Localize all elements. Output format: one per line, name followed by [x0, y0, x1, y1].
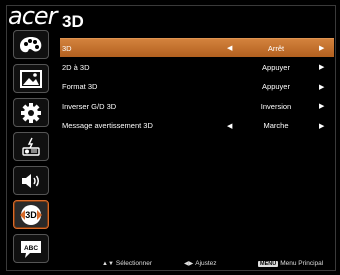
menu-row-label: Format 3D	[62, 82, 98, 91]
menu-row-label: 2D à 3D	[62, 62, 90, 72]
menu-row-3d[interactable]: 3D ◀ Arrêt ▶	[60, 38, 334, 57]
sidebar-item-color[interactable]	[13, 30, 49, 59]
image-icon	[20, 69, 42, 88]
menu-row-value: Appuyer	[262, 62, 290, 72]
menu-row-label: 3D	[62, 43, 72, 53]
main-menu-hint-label: Menu Principal	[280, 260, 324, 267]
adjust-hint: ◀▶ Ajustez	[184, 260, 217, 267]
sidebar-item-3d[interactable]: 3D	[13, 200, 49, 229]
menu-key-icon: MENU	[258, 260, 279, 267]
sidebar-item-management[interactable]	[13, 132, 49, 161]
right-arrow-icon[interactable]: ▶	[319, 83, 324, 91]
acer-logo: acer	[8, 2, 58, 30]
menu-row-3d-format[interactable]: Format 3D Appuyer ▶	[60, 77, 334, 96]
left-right-arrows-icon: ◀▶	[184, 261, 194, 267]
menu-row-value: Appuyer	[262, 82, 290, 91]
menu-row-value: Arrêt	[267, 43, 285, 53]
sidebar: 3D ABC	[13, 30, 53, 268]
3d-icon: 3D	[20, 204, 42, 225]
right-arrow-icon[interactable]: ▶	[319, 122, 324, 130]
right-arrow-icon[interactable]: ▶	[319, 63, 324, 71]
language-icon-text: ABC	[24, 245, 38, 252]
menu-row-value: Marche	[263, 121, 289, 130]
page-title: 3D	[62, 12, 84, 31]
gear-icon	[21, 102, 41, 123]
menu-row-label: Message avertissement 3D	[62, 121, 153, 130]
left-arrow-icon[interactable]: ◀	[227, 122, 232, 130]
up-down-arrows-icon: ▲▼	[102, 260, 114, 267]
adjust-hint-label: Ajustez	[195, 260, 217, 267]
main-menu-hint: MENU Menu Principal	[258, 260, 323, 267]
palette-icon	[20, 36, 42, 52]
menu-row-3d-warning-message[interactable]: Message avertissement 3D ◀ Marche ▶	[60, 116, 334, 135]
left-arrow-icon[interactable]: ◀	[227, 44, 232, 52]
footer-hints: ▲▼ Sélectionner ◀▶ Ajustez MENU Menu Pri…	[6, 258, 334, 272]
select-hint: ▲▼ Sélectionner	[102, 260, 152, 267]
menu-row-label: Inverser G/D 3D	[62, 101, 117, 111]
language-icon: ABC	[21, 240, 41, 258]
menu-row-2d-to-3d[interactable]: 2D à 3D Appuyer ▶	[60, 58, 334, 77]
projector-icon	[22, 137, 40, 156]
sidebar-item-settings[interactable]	[13, 98, 49, 127]
menu-row-value: Inversion	[260, 101, 292, 111]
right-arrow-icon[interactable]: ▶	[319, 44, 324, 52]
settings-menu: 3D ◀ Arrêt ▶ 2D à 3D Appuyer ▶ Format 3D…	[60, 38, 334, 136]
right-arrow-icon[interactable]: ▶	[319, 102, 324, 110]
sidebar-item-audio[interactable]	[13, 166, 49, 195]
3d-icon-text: 3D	[25, 210, 37, 220]
speaker-icon	[22, 173, 39, 188]
select-hint-label: Sélectionner	[115, 260, 153, 267]
sidebar-item-image[interactable]	[13, 64, 49, 93]
menu-row-3d-lr-invert[interactable]: Inverser G/D 3D Inversion ▶	[60, 97, 334, 116]
